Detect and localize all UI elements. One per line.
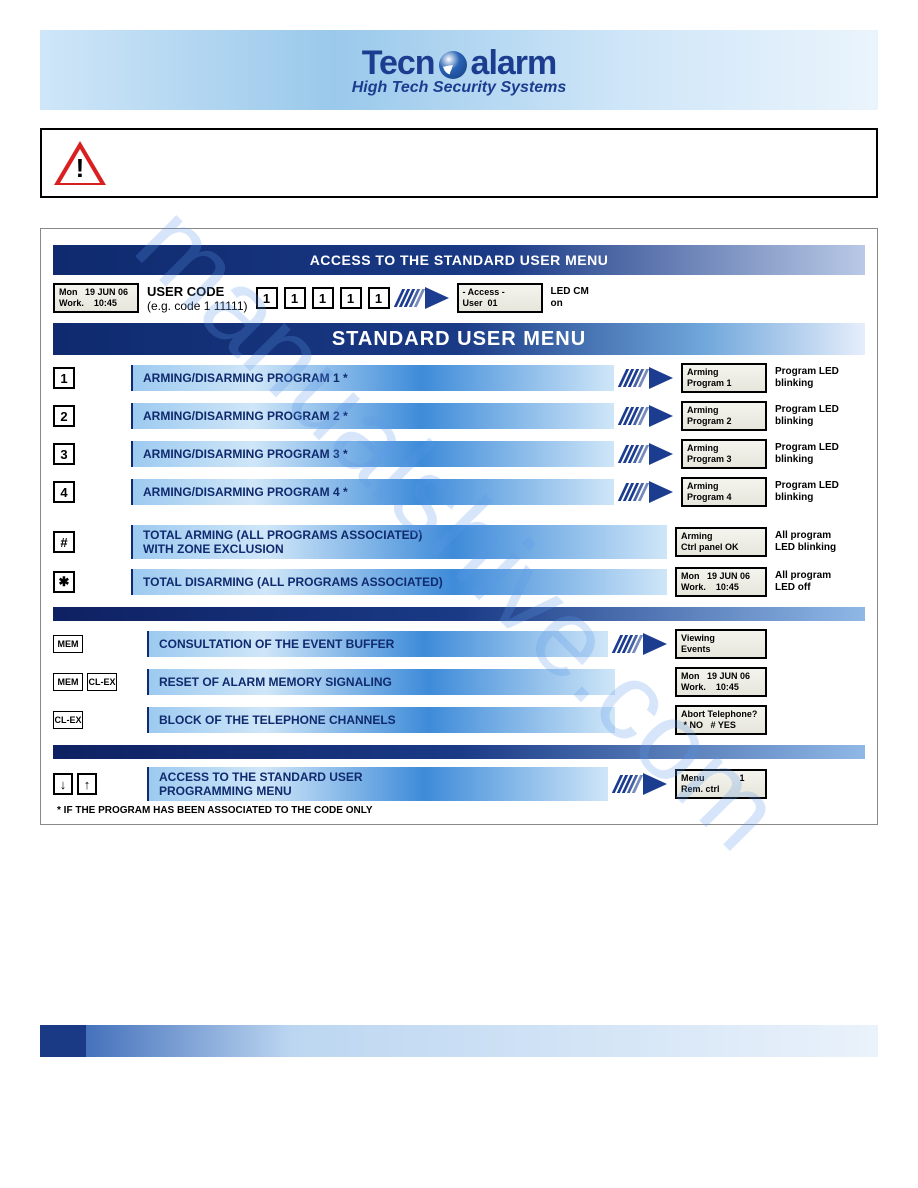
- lcd-result: Menu 1 Rem. ctrl: [675, 769, 767, 799]
- total-row: # TOTAL ARMING (ALL PROGRAMS ASSOCIATED) …: [53, 525, 865, 559]
- menu-item-bar: BLOCK OF THE TELEPHONE CHANNELS: [147, 707, 615, 733]
- led-status: LED CM on: [551, 286, 641, 310]
- key-column: 2: [53, 405, 123, 427]
- prog-menu-row: ↓ ↑ ACCESS TO THE STANDARD USER PROGRAMM…: [53, 767, 865, 801]
- keycap: MEM: [53, 673, 83, 691]
- program-row: 1 ARMING/DISARMING PROGRAM 1 * Arming Prog…: [53, 363, 865, 393]
- arrow-icon: [622, 405, 673, 427]
- lcd-result: Arming Program 4: [681, 477, 767, 507]
- keycap: 1: [256, 287, 278, 309]
- program-row: 3 ARMING/DISARMING PROGRAM 3 * Arming Prog…: [53, 439, 865, 469]
- warning-box: [40, 128, 878, 198]
- function-row: CL-EX BLOCK OF THE TELEPHONE CHANNELS Abor…: [53, 705, 865, 735]
- key-column: ↓ ↑: [53, 773, 139, 795]
- keycap: #: [53, 531, 75, 553]
- led-status: All program LED off: [775, 570, 865, 594]
- menu-item-bar: ARMING/DISARMING PROGRAM 2 *: [131, 403, 614, 429]
- arrow-down-keycap: ↓: [53, 773, 73, 795]
- access-title-bar: ACCESS TO THE STANDARD USER MENU: [53, 245, 865, 275]
- lcd-result: Arming Program 1: [681, 363, 767, 393]
- warning-triangle-icon: [54, 141, 106, 185]
- menu-item-bar: ACCESS TO THE STANDARD USER PROGRAMMING …: [147, 767, 608, 801]
- key-column: 4: [53, 481, 123, 503]
- brand-tagline: High Tech Security Systems: [352, 79, 567, 97]
- keycap: 2: [53, 405, 75, 427]
- menu-item-bar: CONSULTATION OF THE EVENT BUFFER: [147, 631, 608, 657]
- arrow-up-keycap: ↑: [77, 773, 97, 795]
- key-column: #: [53, 531, 123, 553]
- brand-text-right: alarm: [471, 44, 557, 83]
- menu-item-bar: TOTAL ARMING (ALL PROGRAMS ASSOCIATED) W…: [131, 525, 667, 559]
- key-column: 1: [53, 367, 123, 389]
- user-code-label: USER CODE: [147, 284, 248, 299]
- lcd-home: Mon 19 JUN 06 Work. 10:45: [53, 283, 139, 313]
- menu-item-bar: RESET OF ALARM MEMORY SIGNALING: [147, 669, 615, 695]
- keycap: CL-EX: [87, 673, 117, 691]
- separator-bar: [53, 745, 865, 759]
- lcd-result: Mon 19 JUN 06 Work. 10:45: [675, 667, 767, 697]
- led-status: Program LED blinking: [775, 404, 865, 428]
- led-status: Program LED blinking: [775, 442, 865, 466]
- arrow-icon: [622, 443, 673, 465]
- keycap: CL-EX: [53, 711, 83, 729]
- key-column: CL-EX: [53, 711, 139, 729]
- keycap: 1: [368, 287, 390, 309]
- lcd-access: - Access - User 01: [457, 283, 543, 313]
- total-row: ✱ TOTAL DISARMING (ALL PROGRAMS ASSOCIATE…: [53, 567, 865, 597]
- user-code-sub: (e.g. code 1 11111): [147, 299, 248, 313]
- lcd-result: Viewing Events: [675, 629, 767, 659]
- keycap: ✱: [53, 571, 75, 593]
- lcd-result: Arming Program 3: [681, 439, 767, 469]
- footer-tab: [40, 1025, 86, 1057]
- key-column: 3: [53, 443, 123, 465]
- brand-logo: Tecn alarm: [362, 44, 557, 83]
- arrow-icon: [622, 367, 673, 389]
- menu-item-bar: ARMING/DISARMING PROGRAM 1 *: [131, 365, 614, 391]
- lcd-result: Arming Program 2: [681, 401, 767, 431]
- led-status: Program LED blinking: [775, 366, 865, 390]
- code-key-row: 1 1 1 1 1: [256, 287, 390, 309]
- keycap: MEM: [53, 635, 83, 653]
- arrow-icon: [622, 481, 673, 503]
- lcd-result: Abort Telephone? * NO # YES: [675, 705, 767, 735]
- keycap: 1: [340, 287, 362, 309]
- keycap: 1: [284, 287, 306, 309]
- brand-banner: Tecn alarm High Tech Security Systems: [40, 30, 878, 110]
- menu-item-bar: TOTAL DISARMING (ALL PROGRAMS ASSOCIATED…: [131, 569, 667, 595]
- footnote: * IF THE PROGRAM HAS BEEN ASSOCIATED TO …: [57, 805, 865, 816]
- brand-text-left: Tecn: [362, 44, 435, 83]
- led-status: All program LED blinking: [775, 530, 865, 554]
- key-column: MEMCL-EX: [53, 673, 139, 691]
- led-status: Program LED blinking: [775, 480, 865, 504]
- keycap: 4: [53, 481, 75, 503]
- standard-menu-title: STANDARD USER MENU: [53, 323, 865, 355]
- arrow-icon: [398, 287, 449, 309]
- separator-bar: [53, 607, 865, 621]
- keycap: 3: [53, 443, 75, 465]
- function-row: MEM CONSULTATION OF THE EVENT BUFFER Viewi…: [53, 629, 865, 659]
- program-row: 4 ARMING/DISARMING PROGRAM 4 * Arming Prog…: [53, 477, 865, 507]
- lcd-result: Mon 19 JUN 06 Work. 10:45: [675, 567, 767, 597]
- program-row: 2 ARMING/DISARMING PROGRAM 2 * Arming Prog…: [53, 401, 865, 431]
- keycap: 1: [312, 287, 334, 309]
- access-row: Mon 19 JUN 06 Work. 10:45 USER CODE (e.g…: [53, 283, 865, 313]
- menu-item-bar: ARMING/DISARMING PROGRAM 3 *: [131, 441, 614, 467]
- arrow-icon: [616, 633, 667, 655]
- key-column: ✱: [53, 571, 123, 593]
- function-row: MEMCL-EX RESET OF ALARM MEMORY SIGNALING M…: [53, 667, 865, 697]
- keycap: 1: [53, 367, 75, 389]
- lcd-result: Arming Ctrl panel OK: [675, 527, 767, 557]
- menu-item-bar: ARMING/DISARMING PROGRAM 4 *: [131, 479, 614, 505]
- globe-icon: [439, 51, 467, 79]
- menu-diagram-frame: manualshive.com ACCESS TO THE STANDARD U…: [40, 228, 878, 825]
- arrow-icon: [616, 773, 667, 795]
- footer-stripe: [40, 1025, 878, 1057]
- key-column: MEM: [53, 635, 139, 653]
